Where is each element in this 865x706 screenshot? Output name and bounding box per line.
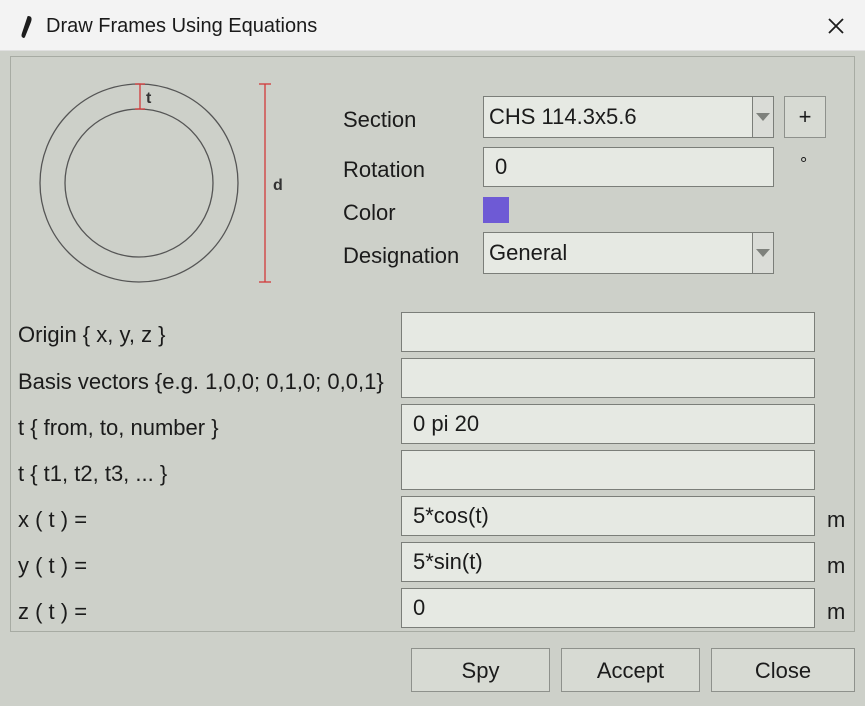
t-range-field[interactable]: 0 pi 20 <box>401 404 815 444</box>
rotation-label: Rotation <box>343 157 425 182</box>
chevron-down-icon[interactable] <box>752 97 773 137</box>
designation-label: Designation <box>343 243 460 268</box>
accept-button[interactable]: Accept <box>561 648 700 692</box>
origin-field[interactable] <box>401 312 815 352</box>
close-button[interactable]: Close <box>711 648 855 692</box>
diameter-label: d <box>273 177 283 194</box>
z-equation-field[interactable]: 0 <box>401 588 815 628</box>
t-range-label: t { from, to, number } <box>18 415 219 440</box>
x-unit: m <box>827 507 846 532</box>
t-list-field[interactable] <box>401 450 815 490</box>
origin-label: Origin { x, y, z } <box>18 322 166 347</box>
x-equation-label: x ( t ) = <box>18 507 88 532</box>
pen-icon <box>21 16 32 38</box>
color-label: Color <box>343 200 396 225</box>
designation-value: General <box>489 240 568 265</box>
y-unit: m <box>827 553 846 578</box>
section-value: CHS 114.3x5.6 <box>489 104 637 129</box>
rotation-field[interactable]: 0 <box>483 147 774 187</box>
add-section-button[interactable]: + <box>784 96 826 138</box>
z-unit: m <box>827 599 846 624</box>
z-equation-label: z ( t ) = <box>18 599 88 624</box>
designation-select[interactable]: General <box>483 232 774 274</box>
section-label: Section <box>343 107 417 132</box>
close-icon[interactable] <box>822 12 850 40</box>
section-preview: t d <box>39 83 283 283</box>
window-title: Draw Frames Using Equations <box>46 15 318 37</box>
basis-vectors-field[interactable] <box>401 358 815 398</box>
spy-button[interactable]: Spy <box>411 648 550 692</box>
title-bar: Draw Frames Using Equations <box>0 0 865 51</box>
x-equation-field[interactable]: 5*cos(t) <box>401 496 815 536</box>
basis-vectors-label: Basis vectors {e.g. 1,0,0; 0,1,0; 0,0,1} <box>18 369 384 394</box>
y-equation-field[interactable]: 5*sin(t) <box>401 542 815 582</box>
t-list-label: t { t1, t2, t3, ... } <box>18 461 168 486</box>
color-swatch[interactable] <box>483 197 509 223</box>
chevron-down-icon[interactable] <box>752 233 773 273</box>
section-select[interactable]: CHS 114.3x5.6 <box>483 96 774 138</box>
thickness-label: t <box>146 90 152 107</box>
y-equation-label: y ( t ) = <box>18 553 88 578</box>
degree-unit: ° <box>800 154 808 174</box>
